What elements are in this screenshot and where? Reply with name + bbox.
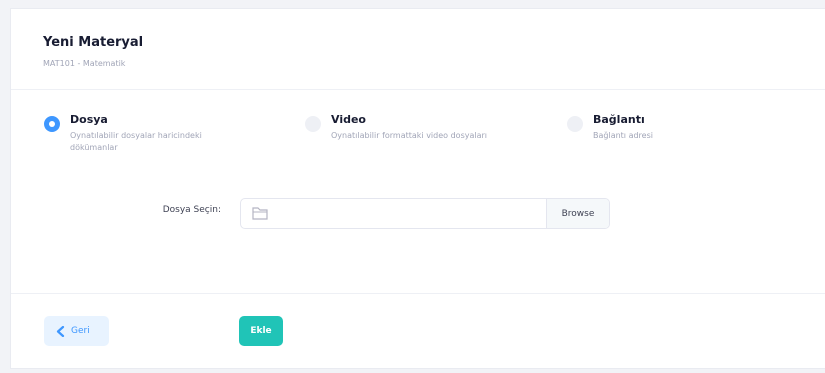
option-dosya-desc: Oynatılabilir dosyalar haricindeki döküm… <box>70 131 202 152</box>
page-title: Yeni Materyal <box>43 35 144 50</box>
file-select-label: Dosya Seçin: <box>162 205 221 215</box>
radio-baglanti[interactable] <box>567 116 583 132</box>
radio-dosya[interactable] <box>44 116 60 132</box>
card-header: Yeni Materyal MAT101 - Matematik <box>11 9 825 90</box>
option-baglanti-label: Bağlantı <box>593 113 645 126</box>
option-baglanti[interactable]: Bağlantı Bağlantı adresi <box>567 113 753 142</box>
option-video[interactable]: Video Oynatılabilir formattaki video dos… <box>305 113 551 142</box>
course-subtitle: MAT101 - Matematik <box>43 59 126 68</box>
option-dosya-label: Dosya <box>70 113 108 126</box>
back-button[interactable]: Geri <box>44 316 109 346</box>
file-icon <box>252 207 268 220</box>
browse-button[interactable]: Browse <box>546 199 609 228</box>
option-video-label: Video <box>331 113 366 126</box>
option-baglanti-desc: Bağlantı adresi <box>593 131 653 140</box>
option-video-desc: Oynatılabilir formattaki video dosyaları <box>331 131 488 140</box>
back-button-label: Geri <box>71 326 90 336</box>
add-button[interactable]: Ekle <box>239 316 283 346</box>
chevron-left-icon <box>56 325 65 337</box>
material-card: Yeni Materyal MAT101 - Matematik Dosya O… <box>10 8 825 369</box>
radio-video[interactable] <box>305 116 321 132</box>
file-name-display[interactable] <box>270 199 546 228</box>
card-footer-divider <box>11 293 825 294</box>
option-dosya[interactable]: Dosya Oynatılabilir dosyalar haricindeki… <box>44 113 245 154</box>
file-input[interactable]: Browse <box>240 198 610 229</box>
